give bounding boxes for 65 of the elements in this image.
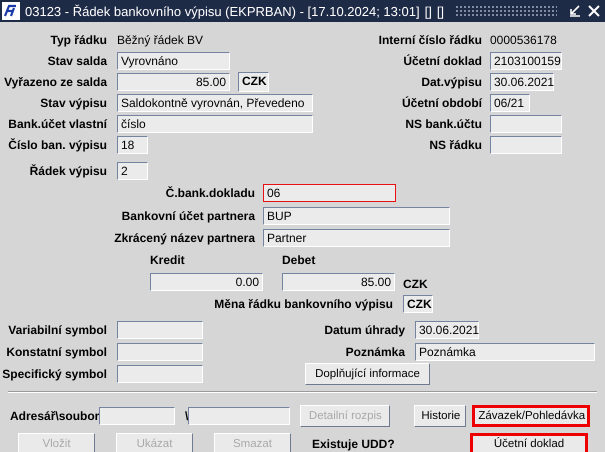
input-field[interactable]: 0.00 — [150, 273, 263, 291]
field-label: Číslo ban. výpisu — [7, 138, 107, 152]
field-label: Variabilní symbol — [7, 322, 107, 336]
field-label: Účetní období — [401, 96, 482, 110]
field-label: Zkrácený název partnera — [113, 231, 255, 246]
currency-label: CZK — [403, 276, 428, 291]
input-field[interactable] — [117, 320, 203, 338]
window-title: 03123 - Řádek bankovního výpisu (EKPRBAN) - [17.10.2024; 13:01] — [25, 4, 420, 18]
input-field[interactable]: 18 — [117, 136, 148, 154]
field-label: Účetní doklad — [402, 54, 482, 68]
input-field[interactable]: číslo — [117, 114, 313, 132]
button[interactable]: Účetní doklad — [470, 432, 588, 452]
path-separator: \ — [185, 408, 188, 422]
input-field[interactable] — [188, 406, 290, 424]
input-field[interactable]: 06/21 — [490, 94, 530, 112]
field-label: Měna řádku bankovního výpisu — [213, 297, 393, 311]
field-label: Dat.výpisu — [420, 74, 482, 88]
field-label: Č.bank.dokladu — [164, 186, 255, 200]
title-marker: [] — [436, 4, 444, 18]
input-field[interactable] — [117, 342, 203, 360]
currency-field: CZK — [238, 72, 269, 92]
close-icon[interactable] — [587, 4, 601, 18]
field-label: Konstatní symbol — [5, 344, 107, 358]
input-field[interactable] — [99, 406, 175, 424]
currency-field: CZK — [403, 295, 433, 313]
button[interactable]: Doplňující informace — [305, 362, 430, 384]
field-label: NS bank.účtu — [404, 116, 482, 130]
input-field[interactable]: 30.06.2021 — [415, 320, 479, 338]
field-label: Poznámka — [344, 344, 405, 358]
udd-label: Existuje UDD? — [312, 436, 396, 450]
input-field[interactable]: BUP — [263, 206, 450, 225]
title-marker: [] — [424, 4, 432, 18]
minimize-icon[interactable] — [568, 4, 582, 18]
field-label: Bankovní účet partnera — [120, 208, 255, 223]
input-field[interactable]: 06 — [263, 184, 396, 202]
input-field[interactable] — [490, 136, 562, 154]
input-field[interactable] — [117, 364, 203, 382]
field-label: Typ řádku — [50, 32, 107, 46]
field-value: Běžný řádek BV — [117, 32, 204, 46]
input-field[interactable]: Vyrovnáno — [117, 52, 230, 70]
field-label: Debet — [282, 253, 316, 267]
field-label: Adresář\soubor — [9, 408, 99, 422]
input-field[interactable]: 85.00 — [117, 72, 230, 90]
field-label: Řádek výpisu — [28, 164, 107, 178]
input-field[interactable]: 85.00 — [282, 273, 395, 291]
field-label: Stav výpisu — [39, 96, 107, 110]
input-field[interactable]: Poznámka — [415, 342, 595, 360]
field-label: Datum úhrady — [323, 322, 405, 336]
field-value: 0000536178 — [490, 32, 557, 46]
field-label: Kredit — [150, 253, 186, 267]
input-field[interactable]: Saldokontně vyrovnán, Převedeno — [117, 94, 313, 112]
field-label: NS řádku — [428, 138, 482, 152]
field-label: Bank.účet vlastní — [7, 116, 107, 130]
field-label: Vyřazeno ze salda — [3, 74, 107, 88]
field-label: Stav salda — [46, 54, 107, 68]
field-label: Specifický symbol — [1, 366, 107, 380]
button[interactable]: Historie — [414, 404, 466, 426]
input-field[interactable]: 2103100159 — [490, 52, 562, 70]
app-logo-icon — [2, 2, 20, 20]
input-field[interactable]: Partner — [263, 229, 450, 248]
field-label: Interní číslo řádku — [378, 32, 482, 46]
input-field[interactable]: 30.06.2021 — [490, 72, 554, 90]
button[interactable]: Závazek/Pohledávka — [472, 404, 590, 426]
input-field[interactable] — [490, 114, 562, 132]
input-field[interactable]: 2 — [117, 162, 148, 180]
